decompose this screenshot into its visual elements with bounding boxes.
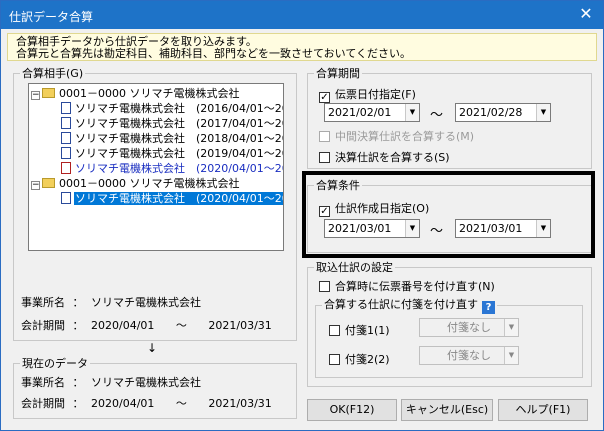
document-icon bbox=[61, 192, 71, 204]
closing-label: 決算仕訳を合算する(S) bbox=[335, 151, 450, 164]
title-bar: 仕訳データ合算 ✕ bbox=[1, 1, 603, 29]
wave: ～ bbox=[175, 319, 187, 332]
collapse-icon[interactable]: − bbox=[31, 181, 40, 190]
partner-tree[interactable]: − 0001－0000 ソリマチ電機株式会社 ソリマチ電機株式会社 (2016/0… bbox=[28, 83, 284, 251]
checkbox-unchecked-icon[interactable] bbox=[329, 325, 340, 336]
period-from: 2020/04/01 bbox=[91, 397, 155, 410]
tag-group-legend: 合算する仕訳に付箋を付け直す? bbox=[322, 296, 497, 314]
tree-label: ソリマチ電機株式会社 (2018/04/01～2019/03. bbox=[75, 132, 283, 145]
office-value: ソリマチ電機株式会社 bbox=[91, 296, 201, 309]
tag2-checkbox[interactable]: 付箋2(2) bbox=[329, 351, 390, 367]
tree-item-row[interactable]: ソリマチ電機株式会社 (2020/04/01～2021/03. bbox=[61, 161, 283, 176]
interim-checkbox[interactable]: 中間決算仕訳を合算する(M) bbox=[319, 128, 474, 144]
slip-from-date-select[interactable]: 2021/02/01 ▼ bbox=[324, 103, 420, 122]
slip-date-label: 伝票日付指定(F) bbox=[335, 88, 416, 101]
closing-checkbox[interactable]: 決算仕訳を合算する(S) bbox=[319, 149, 450, 165]
checkbox-unchecked-icon[interactable] bbox=[319, 152, 330, 163]
office-label: 事業所名 bbox=[21, 296, 65, 309]
checkbox-disabled-icon[interactable] bbox=[319, 131, 330, 142]
checkbox-checked-icon[interactable]: ✓ bbox=[319, 92, 330, 103]
tree-item-row-selected[interactable]: ソリマチ電機株式会社 (2020/04/01～2021/03. bbox=[61, 191, 283, 206]
colon: ： bbox=[72, 397, 84, 410]
chevron-down-icon[interactable]: ▼ bbox=[504, 347, 518, 364]
checkbox-unchecked-icon[interactable] bbox=[329, 354, 340, 365]
period-from: 2020/04/01 bbox=[91, 319, 155, 332]
merge-period-legend: 合算期間 bbox=[316, 67, 360, 80]
tree-item-row[interactable]: ソリマチ電機株式会社 (2018/04/01～2019/03. bbox=[61, 131, 283, 146]
colon: ： bbox=[72, 376, 84, 389]
tree-folder-row[interactable]: − 0001－0000 ソリマチ電機株式会社 bbox=[31, 176, 240, 191]
office-value: ソリマチ電機株式会社 bbox=[91, 376, 201, 389]
tree-label: 0001－0000 ソリマチ電機株式会社 bbox=[59, 87, 240, 100]
slip-from-value: 2021/02/01 bbox=[328, 106, 392, 119]
document-icon bbox=[61, 117, 71, 129]
tag2-label: 付箋2(2) bbox=[345, 353, 390, 366]
highlight-frame bbox=[302, 171, 595, 258]
help-button[interactable]: ヘルプ(F1) bbox=[498, 399, 588, 421]
ok-button[interactable]: OK(F12) bbox=[307, 399, 397, 421]
document-icon bbox=[61, 102, 71, 114]
tag2-select[interactable]: 付箋なし ▼ bbox=[419, 346, 519, 365]
help-icon[interactable]: ? bbox=[482, 301, 495, 314]
current-legend: 現在のデータ bbox=[22, 357, 88, 370]
folder-icon bbox=[42, 178, 55, 188]
tag1-value: 付箋なし bbox=[447, 321, 491, 334]
info-message: 合算相手データから仕訳データを取り込みます。 合算元と合算先は勘定科目、補助科目… bbox=[7, 33, 597, 61]
chevron-down-icon[interactable]: ▼ bbox=[405, 104, 419, 121]
document-icon bbox=[61, 147, 71, 159]
down-arrow-icon: ↓ bbox=[147, 341, 158, 355]
tree-label: ソリマチ電機株式会社 (2017/04/01～2018/03. bbox=[75, 117, 283, 130]
period-label: 会計期間 bbox=[21, 319, 65, 332]
current-office-row: 事業所名 ： ソリマチ電機株式会社 bbox=[21, 374, 201, 390]
cancel-button[interactable]: キャンセル(Esc) bbox=[401, 399, 493, 421]
tree-item-row[interactable]: ソリマチ電機株式会社 (2016/04/01～2017/03. bbox=[61, 101, 283, 116]
colon: ： bbox=[72, 296, 84, 309]
office-label: 事業所名 bbox=[21, 376, 65, 389]
renumber-label: 合算時に伝票番号を付け直す(N) bbox=[335, 280, 495, 293]
document-icon bbox=[61, 132, 71, 144]
period-to: 2021/03/31 bbox=[208, 319, 272, 332]
period-to: 2021/03/31 bbox=[208, 397, 272, 410]
tag1-checkbox[interactable]: 付箋1(1) bbox=[329, 322, 390, 338]
tag1-select[interactable]: 付箋なし ▼ bbox=[419, 318, 519, 337]
period-label: 会計期間 bbox=[21, 397, 65, 410]
chevron-down-icon[interactable]: ▼ bbox=[504, 319, 518, 336]
renumber-checkbox[interactable]: 合算時に伝票番号を付け直す(N) bbox=[319, 278, 495, 294]
interim-label: 中間決算仕訳を合算する(M) bbox=[335, 130, 475, 143]
tree-label: ソリマチ電機株式会社 (2020/04/01～2021/03. bbox=[75, 162, 283, 175]
wave: ～ bbox=[175, 397, 187, 410]
checkbox-unchecked-icon[interactable] bbox=[319, 281, 330, 292]
tree-item-row[interactable]: ソリマチ電機株式会社 (2017/04/01～2018/03. bbox=[61, 116, 283, 131]
tree-label: 0001－0000 ソリマチ電機株式会社 bbox=[59, 177, 240, 190]
partner-period-row: 会計期間 ： 2020/04/01 ～ 2021/03/31 bbox=[21, 317, 272, 333]
current-period-row: 会計期間 ： 2020/04/01 ～ 2021/03/31 bbox=[21, 395, 272, 411]
tree-label: ソリマチ電機株式会社 (2019/04/01～2020/03. bbox=[75, 147, 283, 160]
partner-legend: 合算相手(G) bbox=[22, 67, 84, 80]
tree-label: ソリマチ電機株式会社 (2016/04/01～2017/03. bbox=[75, 102, 283, 115]
slip-to-value: 2021/02/28 bbox=[459, 106, 523, 119]
window-title: 仕訳データ合算 bbox=[9, 10, 94, 24]
tree-item-row[interactable]: ソリマチ電機株式会社 (2019/04/01～2020/03. bbox=[61, 146, 283, 161]
slip-to-date-select[interactable]: 2021/02/28 ▼ bbox=[455, 103, 551, 122]
chevron-down-icon[interactable]: ▼ bbox=[536, 104, 550, 121]
collapse-icon[interactable]: − bbox=[31, 91, 40, 100]
folder-icon bbox=[42, 88, 55, 98]
dialog-window: 仕訳データ合算 ✕ 合算相手データから仕訳データを取り込みます。 合算元と合算先… bbox=[0, 0, 604, 431]
tree-folder-row[interactable]: − 0001－0000 ソリマチ電機株式会社 bbox=[31, 86, 240, 101]
tree-label: ソリマチ電機株式会社 (2020/04/01～2021/03. bbox=[74, 192, 283, 205]
colon: ： bbox=[72, 319, 84, 332]
import-settings-legend: 取込仕訳の設定 bbox=[316, 261, 393, 274]
range-tilde: ～ bbox=[430, 108, 444, 123]
tag1-label: 付箋1(1) bbox=[345, 324, 390, 337]
document-red-icon bbox=[61, 162, 71, 174]
tag2-value: 付箋なし bbox=[447, 349, 491, 362]
slip-date-checkbox[interactable]: ✓ 伝票日付指定(F) bbox=[319, 86, 416, 103]
close-icon[interactable]: ✕ bbox=[573, 3, 599, 25]
info-line-2: 合算元と合算先は勘定科目、補助科目、部門などを一致させておいてください。 bbox=[16, 47, 412, 60]
partner-office-row: 事業所名 ： ソリマチ電機株式会社 bbox=[21, 294, 201, 310]
